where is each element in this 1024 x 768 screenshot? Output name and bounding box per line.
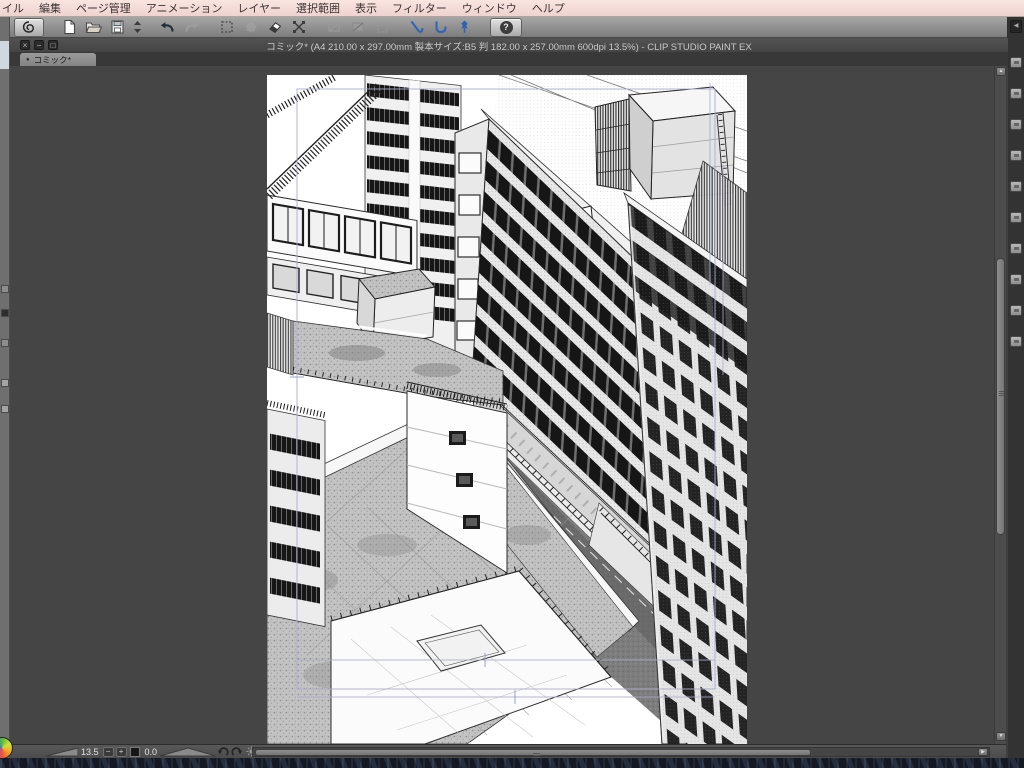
subtool-item[interactable]: [1, 379, 9, 387]
reselect-icon: [245, 21, 256, 33]
transform-button[interactable]: [289, 18, 308, 36]
vertical-scrollbar-thumb[interactable]: [996, 258, 1005, 535]
menu-item-view[interactable]: 表示: [355, 0, 377, 16]
transform-icon: [292, 21, 305, 33]
help-icon: ?: [499, 20, 513, 34]
dock-palette-button[interactable]: [1010, 274, 1022, 285]
zoom-slider[interactable]: [46, 746, 78, 757]
dock-palette-button[interactable]: [1010, 243, 1022, 254]
menu-item-page-manage[interactable]: ページ管理: [76, 0, 131, 16]
horizontal-scrollbar-thumb[interactable]: [255, 749, 811, 758]
save-stepper[interactable]: [132, 18, 142, 36]
reselect-button[interactable]: [241, 18, 260, 36]
document-tab-bar: ● コミック*: [10, 52, 1008, 66]
open-file-button[interactable]: [84, 18, 103, 36]
dock-palette-button[interactable]: [1010, 212, 1022, 223]
save-file-button[interactable]: [108, 18, 127, 36]
menu-item-filter[interactable]: フィルター: [392, 0, 447, 16]
menu-item-selection[interactable]: 選択範囲: [296, 0, 340, 16]
menu-item-file[interactable]: イル: [2, 0, 24, 16]
clear-button[interactable]: [265, 18, 284, 36]
dock-palette-button[interactable]: [1010, 150, 1022, 161]
magnifier-icon[interactable]: [1, 339, 9, 347]
clip-studio-logo-icon: [22, 21, 35, 33]
dock-palette-button[interactable]: [1010, 57, 1022, 68]
rotation-value: 0.0: [144, 746, 158, 757]
dock-palette-button[interactable]: [1010, 305, 1022, 316]
dock-palette-button[interactable]: [1010, 336, 1022, 347]
snap-to-special-ruler-button[interactable]: [455, 18, 474, 36]
document-title-bar: × − □ コミック* (A4 210.00 x 297.00mm 製本サイズ:…: [10, 38, 1008, 53]
snap-pin-icon: [461, 20, 468, 33]
snap-ruler-icon: [410, 20, 424, 33]
command-bar: ?: [0, 17, 1024, 38]
tab-label: コミック*: [33, 54, 71, 65]
zoom-in-button[interactable]: +: [115, 746, 127, 757]
disabled-tool-1[interactable]: [324, 18, 343, 36]
trash-icon[interactable]: [1, 285, 9, 293]
palette-dock: ◀: [1008, 17, 1024, 768]
horizontal-scrollbar[interactable]: ▶: [252, 747, 990, 758]
deselect-button[interactable]: [217, 18, 236, 36]
menu-item-window[interactable]: ウィンドウ: [462, 0, 517, 16]
modified-dot-icon: ●: [26, 56, 30, 63]
dock-palette-button[interactable]: [1010, 181, 1022, 192]
new-file-button[interactable]: [60, 18, 79, 36]
menu-bar: イル 編集 ページ管理 アニメーション レイヤー 選択範囲 表示 フィルター ウ…: [0, 0, 1024, 17]
rotate-left-icon: [218, 747, 229, 756]
dock-collapse-button[interactable]: ◀: [1010, 20, 1022, 33]
new-file-icon: [64, 19, 76, 35]
vertical-scrollbar[interactable]: ▲ ▼: [994, 66, 1006, 744]
redo-button[interactable]: [182, 18, 201, 36]
rotation-slider[interactable]: [160, 746, 217, 757]
clip-studio-logo-button[interactable]: [14, 17, 44, 37]
menu-item-help[interactable]: ヘルプ: [532, 0, 565, 16]
snap-to-ruler-button[interactable]: [407, 18, 426, 36]
menu-item-edit[interactable]: 編集: [39, 0, 61, 16]
stepper-arrows-icon: [133, 21, 141, 33]
open-file-icon: [85, 22, 102, 34]
disabled-tool-icon: [351, 22, 364, 32]
menu-item-layer[interactable]: レイヤー: [237, 0, 281, 16]
tab-comic[interactable]: ● コミック*: [20, 53, 96, 66]
disabled-tool-icon: [327, 22, 340, 32]
tool-preview-sliver: [0, 41, 9, 69]
tool-palette-edge: [0, 17, 10, 758]
menu-item-animation[interactable]: アニメーション: [146, 0, 223, 16]
zoom-value: 13.5: [81, 746, 99, 757]
snap-curve-icon: [435, 21, 447, 34]
status-bar: 13.5 − + 0.0 ▶ ▶: [10, 744, 1006, 758]
dock-palette-button[interactable]: [1010, 88, 1022, 99]
save-file-icon: [111, 20, 124, 34]
document-title: コミック* (A4 210.00 x 297.00mm 製本サイズ:B5 判 1…: [266, 42, 752, 53]
deselect-icon: [220, 21, 233, 33]
scroll-right-button[interactable]: ▶: [978, 748, 988, 756]
redo-icon: [185, 22, 199, 32]
scrollbar-grip: [999, 391, 1004, 397]
help-button[interactable]: ?: [490, 17, 522, 37]
disabled-tool-icon: [376, 22, 388, 33]
undo-button[interactable]: [158, 18, 177, 36]
canvas-viewport[interactable]: [10, 66, 994, 744]
clear-icon: [268, 22, 281, 34]
rotate-right-icon: [231, 747, 243, 756]
zoom-out-button[interactable]: −: [102, 746, 114, 757]
subtool-item[interactable]: [1, 405, 9, 413]
disabled-tool-3[interactable]: [372, 18, 391, 36]
canvas-page[interactable]: [267, 75, 747, 744]
desktop-sliver: [0, 758, 1024, 768]
clip-studio-paint-window: イル 編集 ページ管理 アニメーション レイヤー 選択範囲 表示 フィルター ウ…: [0, 0, 1024, 768]
undo-icon: [160, 22, 174, 32]
dock-palette-button[interactable]: [1010, 119, 1022, 130]
pen-tool-icon[interactable]: [1, 309, 9, 317]
canvas-artwork: [267, 75, 747, 744]
scroll-down-button[interactable]: ▼: [996, 732, 1006, 741]
fit-to-screen-button[interactable]: [129, 746, 140, 757]
snap-to-curve-button[interactable]: [431, 18, 450, 36]
scroll-up-button[interactable]: ▲: [996, 67, 1006, 76]
disabled-tool-2[interactable]: [348, 18, 367, 36]
